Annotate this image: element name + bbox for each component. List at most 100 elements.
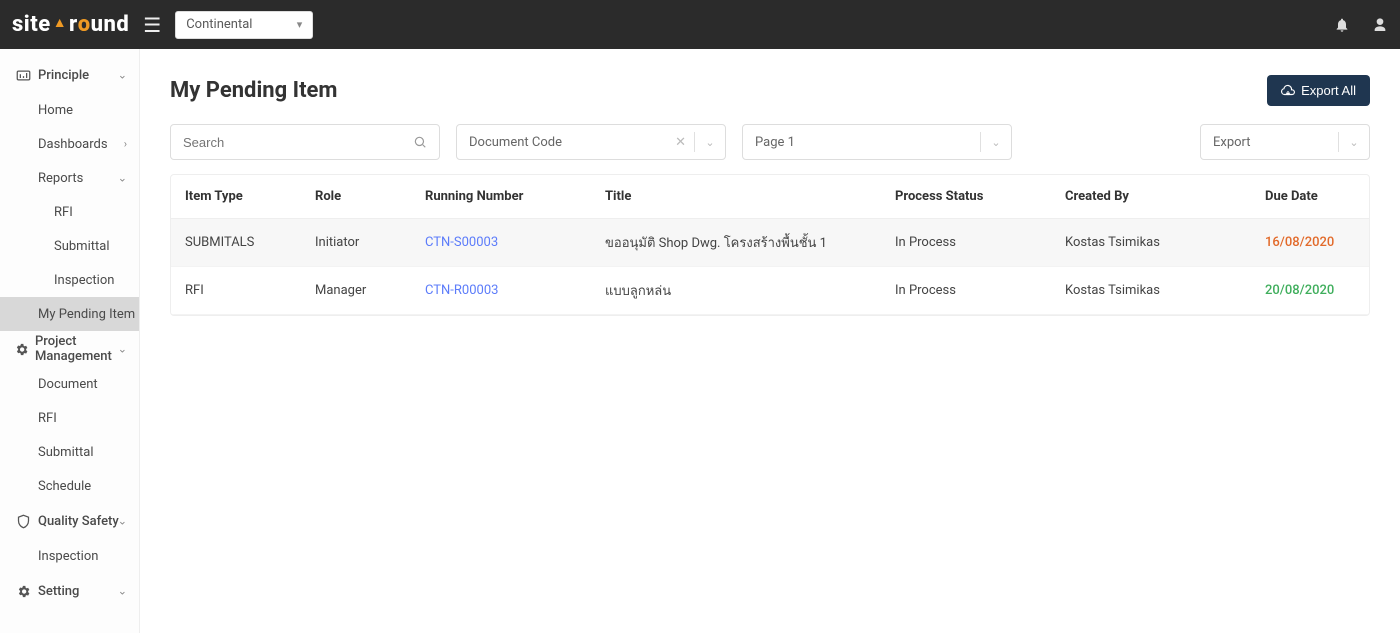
search-input[interactable] — [183, 135, 413, 150]
app-header: site▲round ☰ Continental ▾ — [0, 0, 1400, 49]
chevron-down-icon: ⌄ — [118, 343, 127, 356]
cell-running-link[interactable]: CTN-R00003 — [425, 283, 605, 298]
nav-item-rfi[interactable]: RFI — [0, 401, 139, 435]
nav-label: RFI — [38, 411, 57, 426]
cell-status: In Process — [895, 235, 1065, 250]
chevron-down-icon: ⌄ — [981, 136, 1011, 149]
nav-item-submittal-report[interactable]: Submittal — [0, 229, 139, 263]
nav-label: Submittal — [38, 445, 94, 460]
gear-icon — [14, 342, 29, 357]
chevron-down-icon: ⌄ — [695, 136, 725, 149]
nav-group-qs: Quality Safety ⌄ Inspection — [0, 503, 139, 573]
nav-label: Dashboards — [38, 137, 108, 152]
nav-label: Inspection — [38, 549, 98, 564]
project-select[interactable]: Continental ▾ — [175, 11, 313, 39]
chevron-right-icon: › — [124, 138, 127, 151]
nav-label: Inspection — [54, 273, 114, 288]
nav-item-submittal[interactable]: Submittal — [0, 435, 139, 469]
nav-item-rfi-report[interactable]: RFI — [0, 195, 139, 229]
cell-title: ขออนุมัติ Shop Dwg. โครงสร้างพื้นชั้น 1 — [605, 232, 895, 253]
logo-dot: ▲ — [53, 14, 67, 31]
nav-group-pm: Project Management ⌄ Document RFI Submit… — [0, 331, 139, 503]
nav-item-schedule[interactable]: Schedule — [0, 469, 139, 503]
table-header: Item Type Role Running Number Title Proc… — [171, 175, 1369, 219]
nav-item-pending[interactable]: My Pending Item — [0, 297, 139, 331]
th-created-by: Created By — [1065, 189, 1225, 204]
filter-page[interactable]: Page 1 ⌄ — [742, 124, 1012, 160]
cell-title: แบบลูกหล่น — [605, 280, 895, 301]
menu-toggle-icon[interactable]: ☰ — [143, 13, 161, 37]
title-row: My Pending Item Export All — [170, 75, 1370, 106]
export-select[interactable]: Export ⌄ — [1200, 124, 1370, 160]
chevron-down-icon: ▾ — [297, 18, 303, 31]
nav-item-document[interactable]: Document — [0, 367, 139, 401]
nav-label: Document — [38, 377, 98, 392]
nav-head-principle[interactable]: Principle ⌄ — [0, 57, 139, 93]
nav-label: Project Management — [35, 334, 125, 364]
filter-doc-code[interactable]: Document Code ✕ ⌄ — [456, 124, 726, 160]
export-all-label: Export All — [1301, 83, 1356, 98]
gear-icon — [14, 584, 32, 599]
dashboard-icon — [14, 68, 32, 83]
chevron-down-icon: ⌄ — [1339, 136, 1369, 149]
nav-item-inspection-report[interactable]: Inspection — [0, 263, 139, 297]
clear-icon[interactable]: ✕ — [667, 135, 694, 150]
nav-label: Principle — [38, 68, 89, 83]
nav-item-dashboards[interactable]: Dashboards › — [0, 127, 139, 161]
chevron-down-icon: ⌄ — [118, 585, 127, 598]
nav-label: Setting — [38, 584, 79, 599]
nav-item-home[interactable]: Home — [0, 93, 139, 127]
logo-text-1: site — [12, 12, 51, 37]
filter-page-value: Page 1 — [755, 135, 980, 150]
th-running: Running Number — [425, 189, 605, 204]
project-select-value: Continental — [186, 17, 252, 32]
th-item-type: Item Type — [185, 189, 315, 204]
th-due: Due Date — [1225, 189, 1355, 204]
nav-label: RFI — [54, 205, 73, 220]
export-all-button[interactable]: Export All — [1267, 75, 1370, 106]
export-select-value: Export — [1213, 135, 1338, 150]
search-icon — [413, 135, 427, 149]
cell-item-type: SUBMITALS — [185, 235, 315, 250]
cell-due: 16/08/2020 — [1225, 235, 1355, 250]
cell-status: In Process — [895, 283, 1065, 298]
cell-item-type: RFI — [185, 283, 315, 298]
cell-role: Initiator — [315, 235, 425, 250]
logo-o: o — [78, 12, 91, 37]
cell-running-link[interactable]: CTN-S00003 — [425, 235, 605, 250]
notifications-icon[interactable] — [1334, 17, 1350, 33]
nav-label: Home — [38, 103, 73, 118]
table-row[interactable]: RFI Manager CTN-R00003 แบบลูกหล่น In Pro… — [171, 267, 1369, 315]
nav-label: Schedule — [38, 479, 91, 494]
chevron-down-icon: ⌄ — [118, 172, 127, 185]
nav-group-setting: Setting ⌄ — [0, 573, 139, 609]
table-row[interactable]: SUBMITALS Initiator CTN-S00003 ขออนุมัติ… — [171, 219, 1369, 267]
page-title: My Pending Item — [170, 78, 1267, 103]
shield-icon — [14, 514, 32, 529]
nav-head-qs[interactable]: Quality Safety ⌄ — [0, 503, 139, 539]
spacer — [1028, 124, 1184, 160]
nav-head-setting[interactable]: Setting ⌄ — [0, 573, 139, 609]
search-box[interactable] — [170, 124, 440, 160]
sidebar: Principle ⌄ Home Dashboards › Reports ⌄ … — [0, 49, 140, 633]
logo-text-2: r — [69, 12, 78, 37]
main-content: My Pending Item Export All Document Code… — [140, 49, 1400, 633]
filter-bar: Document Code ✕ ⌄ Page 1 ⌄ Export ⌄ — [170, 124, 1370, 160]
chevron-down-icon: ⌄ — [118, 69, 127, 82]
cell-created-by: Kostas Tsimikas — [1065, 235, 1225, 250]
nav-label: Quality Safety — [38, 514, 119, 529]
nav-label: My Pending Item — [38, 307, 135, 322]
user-icon[interactable] — [1372, 17, 1388, 33]
logo-text-3: und — [91, 12, 130, 37]
chevron-down-icon: ⌄ — [118, 515, 127, 528]
nav-item-reports[interactable]: Reports ⌄ — [0, 161, 139, 195]
th-status: Process Status — [895, 189, 1065, 204]
nav-head-pm[interactable]: Project Management ⌄ — [0, 331, 139, 367]
cloud-download-icon — [1281, 84, 1295, 98]
filter-doc-code-value: Document Code — [469, 135, 667, 150]
th-role: Role — [315, 189, 425, 204]
nav-item-inspection[interactable]: Inspection — [0, 539, 139, 573]
nav-label: Submittal — [54, 239, 110, 254]
nav-label: Reports — [38, 171, 83, 186]
th-title: Title — [605, 189, 895, 204]
